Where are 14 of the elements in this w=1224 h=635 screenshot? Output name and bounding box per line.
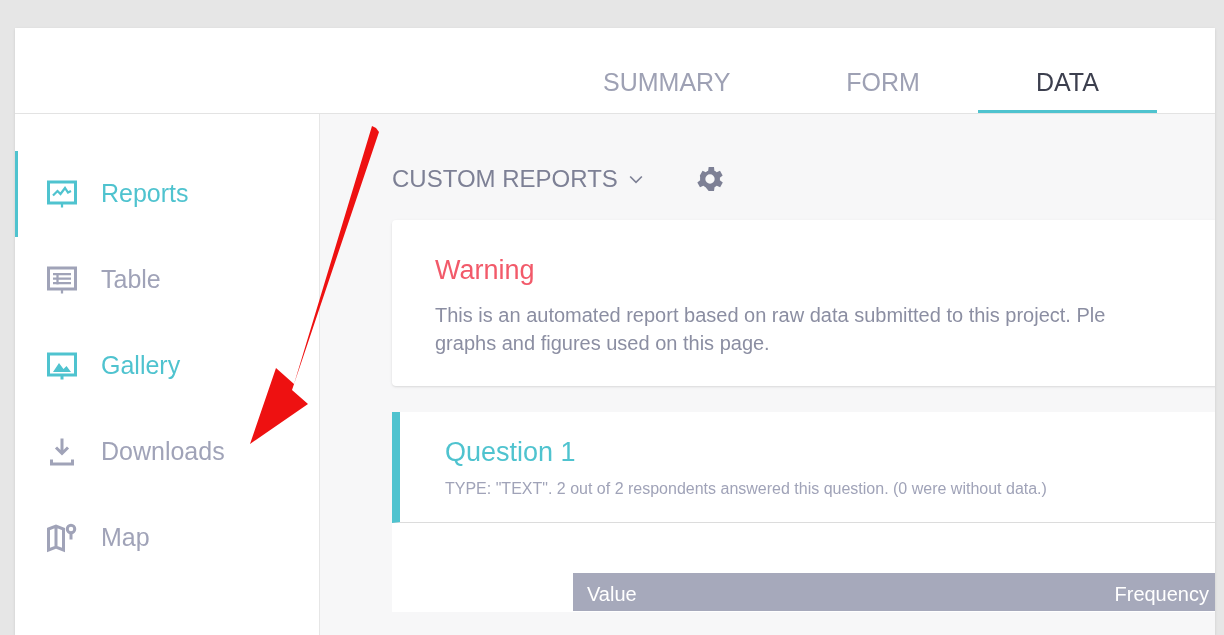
sidebar-item[interactable]: Map (15, 495, 319, 581)
sidebar-item[interactable]: Table (15, 237, 319, 323)
warning-title: Warning (435, 254, 536, 287)
column-header: Frequency (1114, 582, 1209, 607)
tab[interactable]: SUMMARY (545, 28, 789, 113)
custom-reports-dropdown[interactable]: CUSTOM REPORTS (392, 161, 646, 197)
question-title: Question 1 (445, 436, 577, 469)
tab[interactable]: FORM (788, 28, 978, 113)
column-header: Value (587, 582, 637, 607)
question-subtitle: TYPE: "TEXT". 2 out of 2 respondents answered this question. (0 were without data.) (445, 478, 1048, 499)
warning-text: This is an automated report based on raw data submitted to this project. Ple (435, 302, 1107, 328)
sidebar-item[interactable]: Downloads (15, 409, 319, 495)
sidebar-item[interactable]: Gallery (15, 323, 319, 409)
warning-text: graphs and figures used on this page. (435, 330, 771, 356)
